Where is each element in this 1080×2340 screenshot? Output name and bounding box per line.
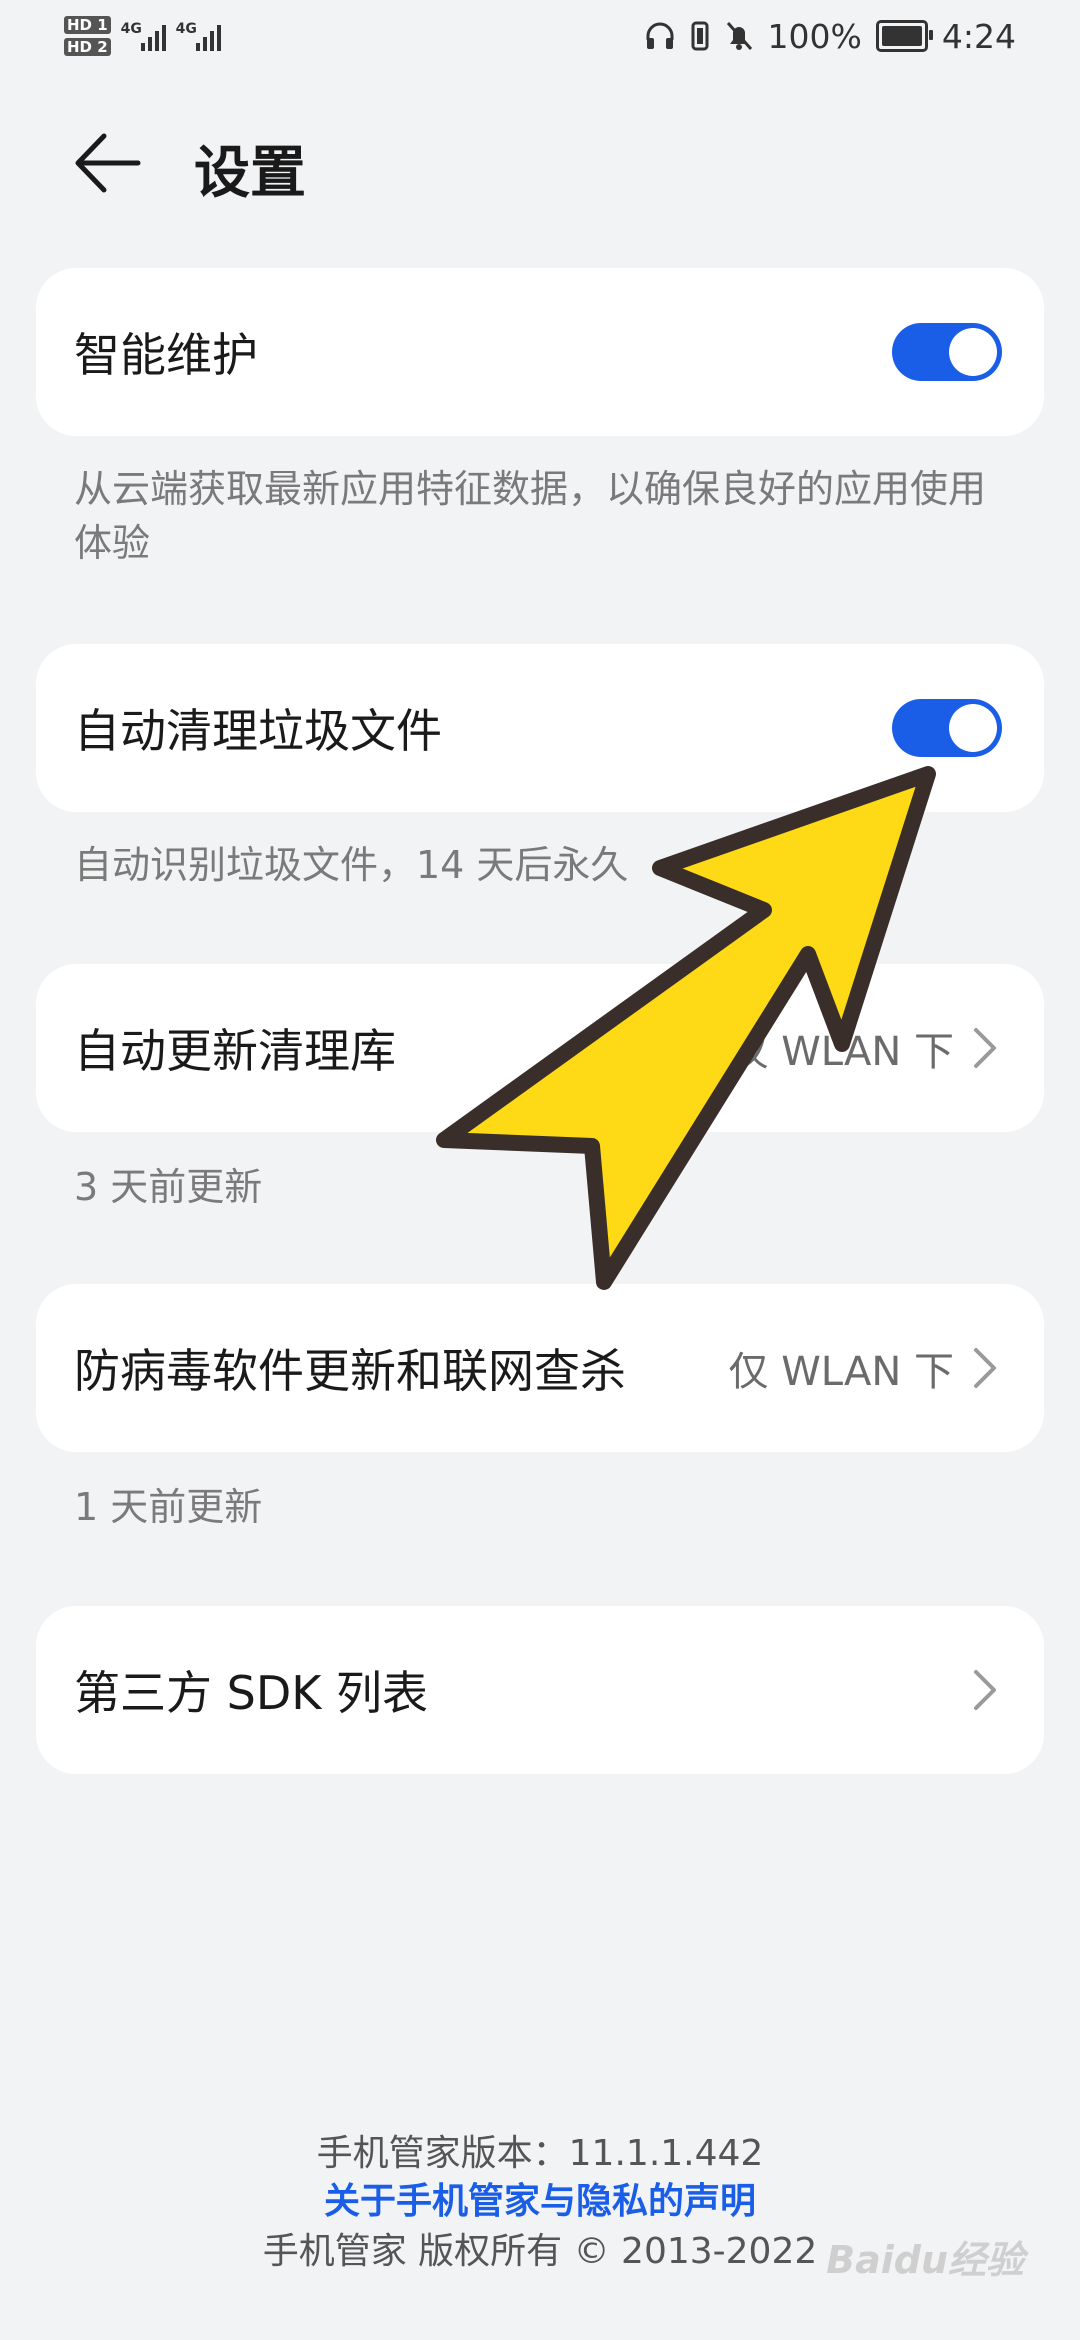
antivirus-update-description: 1 天前更新	[74, 1485, 263, 1529]
mute-bell-icon	[726, 22, 752, 50]
third-party-sdk-row[interactable]: 第三方 SDK 列表	[36, 1606, 1044, 1774]
vibrate-icon	[691, 21, 709, 51]
app-bar: 设置	[0, 100, 1080, 220]
smart-maintenance-row[interactable]: 智能维护	[36, 268, 1044, 436]
chevron-right-icon	[974, 1028, 996, 1068]
auto-update-library-label: 自动更新清理库	[74, 1024, 396, 1078]
sim1-badge: HD 1	[64, 16, 111, 34]
chevron-right-icon	[974, 1348, 996, 1388]
smart-maintenance-toggle[interactable]	[892, 323, 1002, 381]
headphones-icon	[646, 22, 674, 49]
battery-icon	[875, 20, 933, 52]
auto-update-library-description: 3 天前更新	[74, 1165, 263, 1209]
battery-percent: 100%	[767, 16, 862, 56]
auto-clean-junk-row[interactable]: 自动清理垃圾文件	[36, 644, 1044, 812]
smart-maintenance-label: 智能维护	[74, 328, 258, 382]
status-bar-right: 100% 4:24	[644, 14, 1016, 58]
chevron-right-icon	[974, 1670, 996, 1710]
smart-maintenance-description: 从云端获取最新应用特征数据，以确保良好的应用使用体验	[74, 467, 987, 565]
auto-clean-junk-toggle[interactable]	[892, 699, 1002, 757]
version-text: 手机管家版本：11.1.1.442	[316, 2133, 764, 2174]
back-arrow-icon[interactable]	[72, 130, 142, 196]
privacy-statement-link[interactable]: 关于手机管家与隐私的声明	[0, 2172, 1080, 2224]
network-type-1: 4G	[120, 21, 142, 37]
auto-clean-junk-label: 自动清理垃圾文件	[74, 704, 442, 758]
antivirus-update-value: 仅 WLAN 下	[728, 1349, 954, 1395]
clock: 4:24	[941, 16, 1016, 56]
status-bar-left: HD 1 HD 2 4G 4G	[64, 8, 221, 64]
signal-icon: 4G	[121, 21, 166, 51]
sim2-badge: HD 2	[64, 38, 111, 56]
antivirus-update-label: 防病毒软件更新和联网查杀	[74, 1344, 626, 1398]
antivirus-update-row[interactable]: 防病毒软件更新和联网查杀 仅 WLAN 下	[36, 1284, 1044, 1452]
third-party-sdk-label: 第三方 SDK 列表	[74, 1666, 429, 1720]
signal-icon-2: 4G	[176, 21, 221, 51]
auto-update-library-value: 仅 WLAN 下	[728, 1029, 954, 1075]
auto-update-library-row[interactable]: 自动更新清理库 仅 WLAN 下	[36, 964, 1044, 1132]
baidu-watermark: Baidu经验	[826, 2238, 1024, 2282]
network-type-2: 4G	[175, 21, 197, 37]
page-title: 设置	[194, 141, 306, 206]
status-bar: HD 1 HD 2 4G 4G 100% 4:24	[0, 0, 1080, 72]
auto-clean-junk-description: 自动识别垃圾文件，14 天后永久	[74, 843, 629, 887]
